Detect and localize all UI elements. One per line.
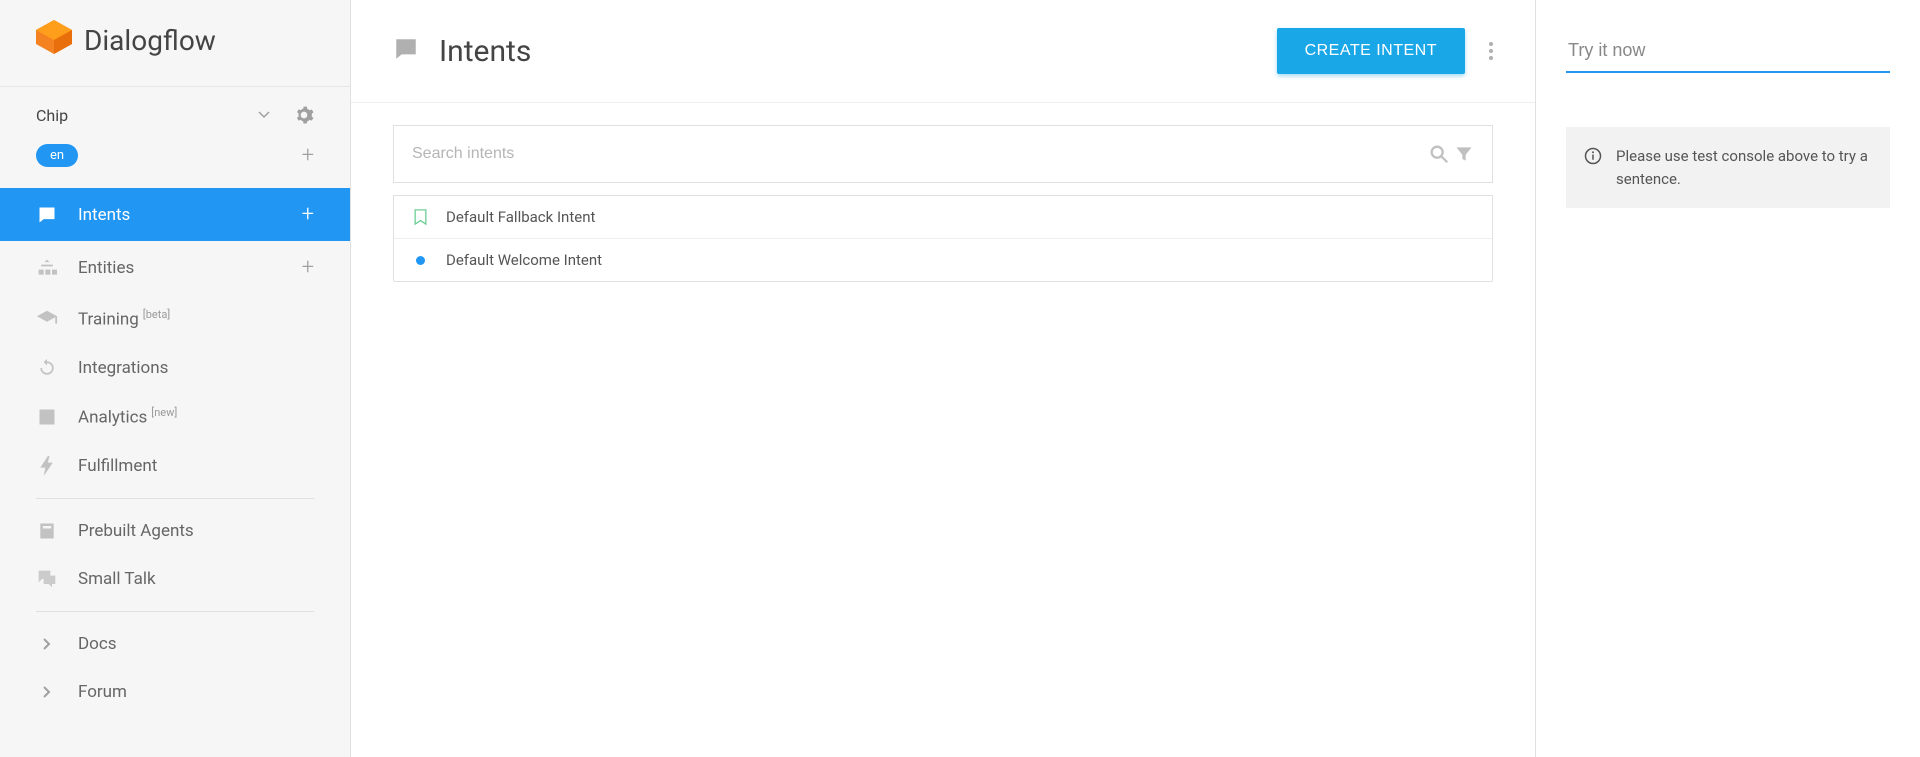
beta-badge: [beta] <box>143 308 170 321</box>
brand-logo[interactable]: Dialogflow <box>0 0 350 87</box>
try-it-now-input[interactable] <box>1566 34 1890 73</box>
integrations-icon <box>36 358 58 378</box>
create-intent-button[interactable]: CREATE INTENT <box>1277 28 1465 74</box>
dialogflow-logo-icon <box>36 20 72 60</box>
intent-row[interactable]: Default Welcome Intent <box>394 238 1492 281</box>
analytics-icon <box>36 407 58 427</box>
sidebar-item-label: Entities <box>78 258 134 278</box>
hint-text: Please use test console above to try a s… <box>1616 145 1872 190</box>
sidebar-item-entities[interactable]: Entities + <box>0 241 350 294</box>
language-badge[interactable]: en <box>36 144 78 167</box>
add-entity-button[interactable]: + <box>302 255 314 280</box>
sidebar-item-forum[interactable]: Forum <box>0 668 350 716</box>
sidebar-item-training[interactable]: Training [beta] <box>0 294 350 344</box>
intent-row[interactable]: Default Fallback Intent <box>394 196 1492 238</box>
add-language-button[interactable]: + <box>302 143 314 168</box>
sidebar-item-label: Small Talk <box>78 569 156 589</box>
sidebar-item-integrations[interactable]: Integrations <box>0 344 350 392</box>
divider <box>36 498 314 499</box>
sidebar-item-small-talk[interactable]: Small Talk <box>0 555 350 603</box>
search-intents-input[interactable] <box>412 145 1428 163</box>
training-icon <box>36 308 58 330</box>
test-console-hint: Please use test console above to try a s… <box>1566 127 1890 208</box>
divider <box>36 611 314 612</box>
entities-icon <box>36 258 58 278</box>
sidebar-item-label: Integrations <box>78 358 168 378</box>
sidebar: Dialogflow Chip en + Intents + Entities <box>0 0 351 757</box>
intent-name: Default Welcome Intent <box>446 251 602 269</box>
sidebar-item-label: Intents <box>78 205 130 225</box>
sidebar-item-label: Analytics <box>78 408 147 428</box>
sidebar-item-label: Fulfillment <box>78 456 157 476</box>
dot-icon <box>412 256 428 265</box>
fulfillment-icon <box>36 456 58 476</box>
more-menu-icon[interactable] <box>1489 42 1493 60</box>
chevron-right-icon <box>36 638 58 650</box>
main-content: Intents CREATE INTENT Default Fallback I… <box>351 0 1536 757</box>
sidebar-item-intents[interactable]: Intents + <box>0 188 350 241</box>
sidebar-item-prebuilt-agents[interactable]: Prebuilt Agents <box>0 507 350 555</box>
agent-name[interactable]: Chip <box>36 106 68 125</box>
intent-list: Default Fallback Intent Default Welcome … <box>393 195 1493 282</box>
gear-icon[interactable] <box>294 105 314 125</box>
sidebar-item-docs[interactable]: Docs <box>0 620 350 668</box>
search-icon[interactable] <box>1428 143 1450 165</box>
chevron-right-icon <box>36 686 58 698</box>
page-title: Intents <box>439 34 1277 69</box>
intents-icon <box>36 205 58 225</box>
search-intents-box <box>393 125 1493 183</box>
brand-name: Dialogflow <box>84 24 216 57</box>
filter-icon[interactable] <box>1454 144 1474 164</box>
page-header: Intents CREATE INTENT <box>351 0 1535 103</box>
new-badge: [new] <box>151 406 177 419</box>
bookmark-icon <box>412 209 428 225</box>
sidebar-item-label: Docs <box>78 634 117 654</box>
sidebar-item-label: Prebuilt Agents <box>78 521 194 541</box>
intent-name: Default Fallback Intent <box>446 208 595 226</box>
sidebar-item-analytics[interactable]: Analytics [new] <box>0 392 350 442</box>
sidebar-item-label: Training <box>78 310 139 330</box>
sidebar-item-fulfillment[interactable]: Fulfillment <box>0 442 350 490</box>
prebuilt-icon <box>36 521 58 541</box>
test-console-panel: Please use test console above to try a s… <box>1536 0 1920 757</box>
chevron-down-icon[interactable] <box>258 109 270 121</box>
intents-header-icon <box>393 36 419 66</box>
info-icon <box>1584 147 1602 190</box>
smalltalk-icon <box>36 569 58 589</box>
add-intent-button[interactable]: + <box>302 202 314 227</box>
sidebar-item-label: Forum <box>78 682 127 702</box>
